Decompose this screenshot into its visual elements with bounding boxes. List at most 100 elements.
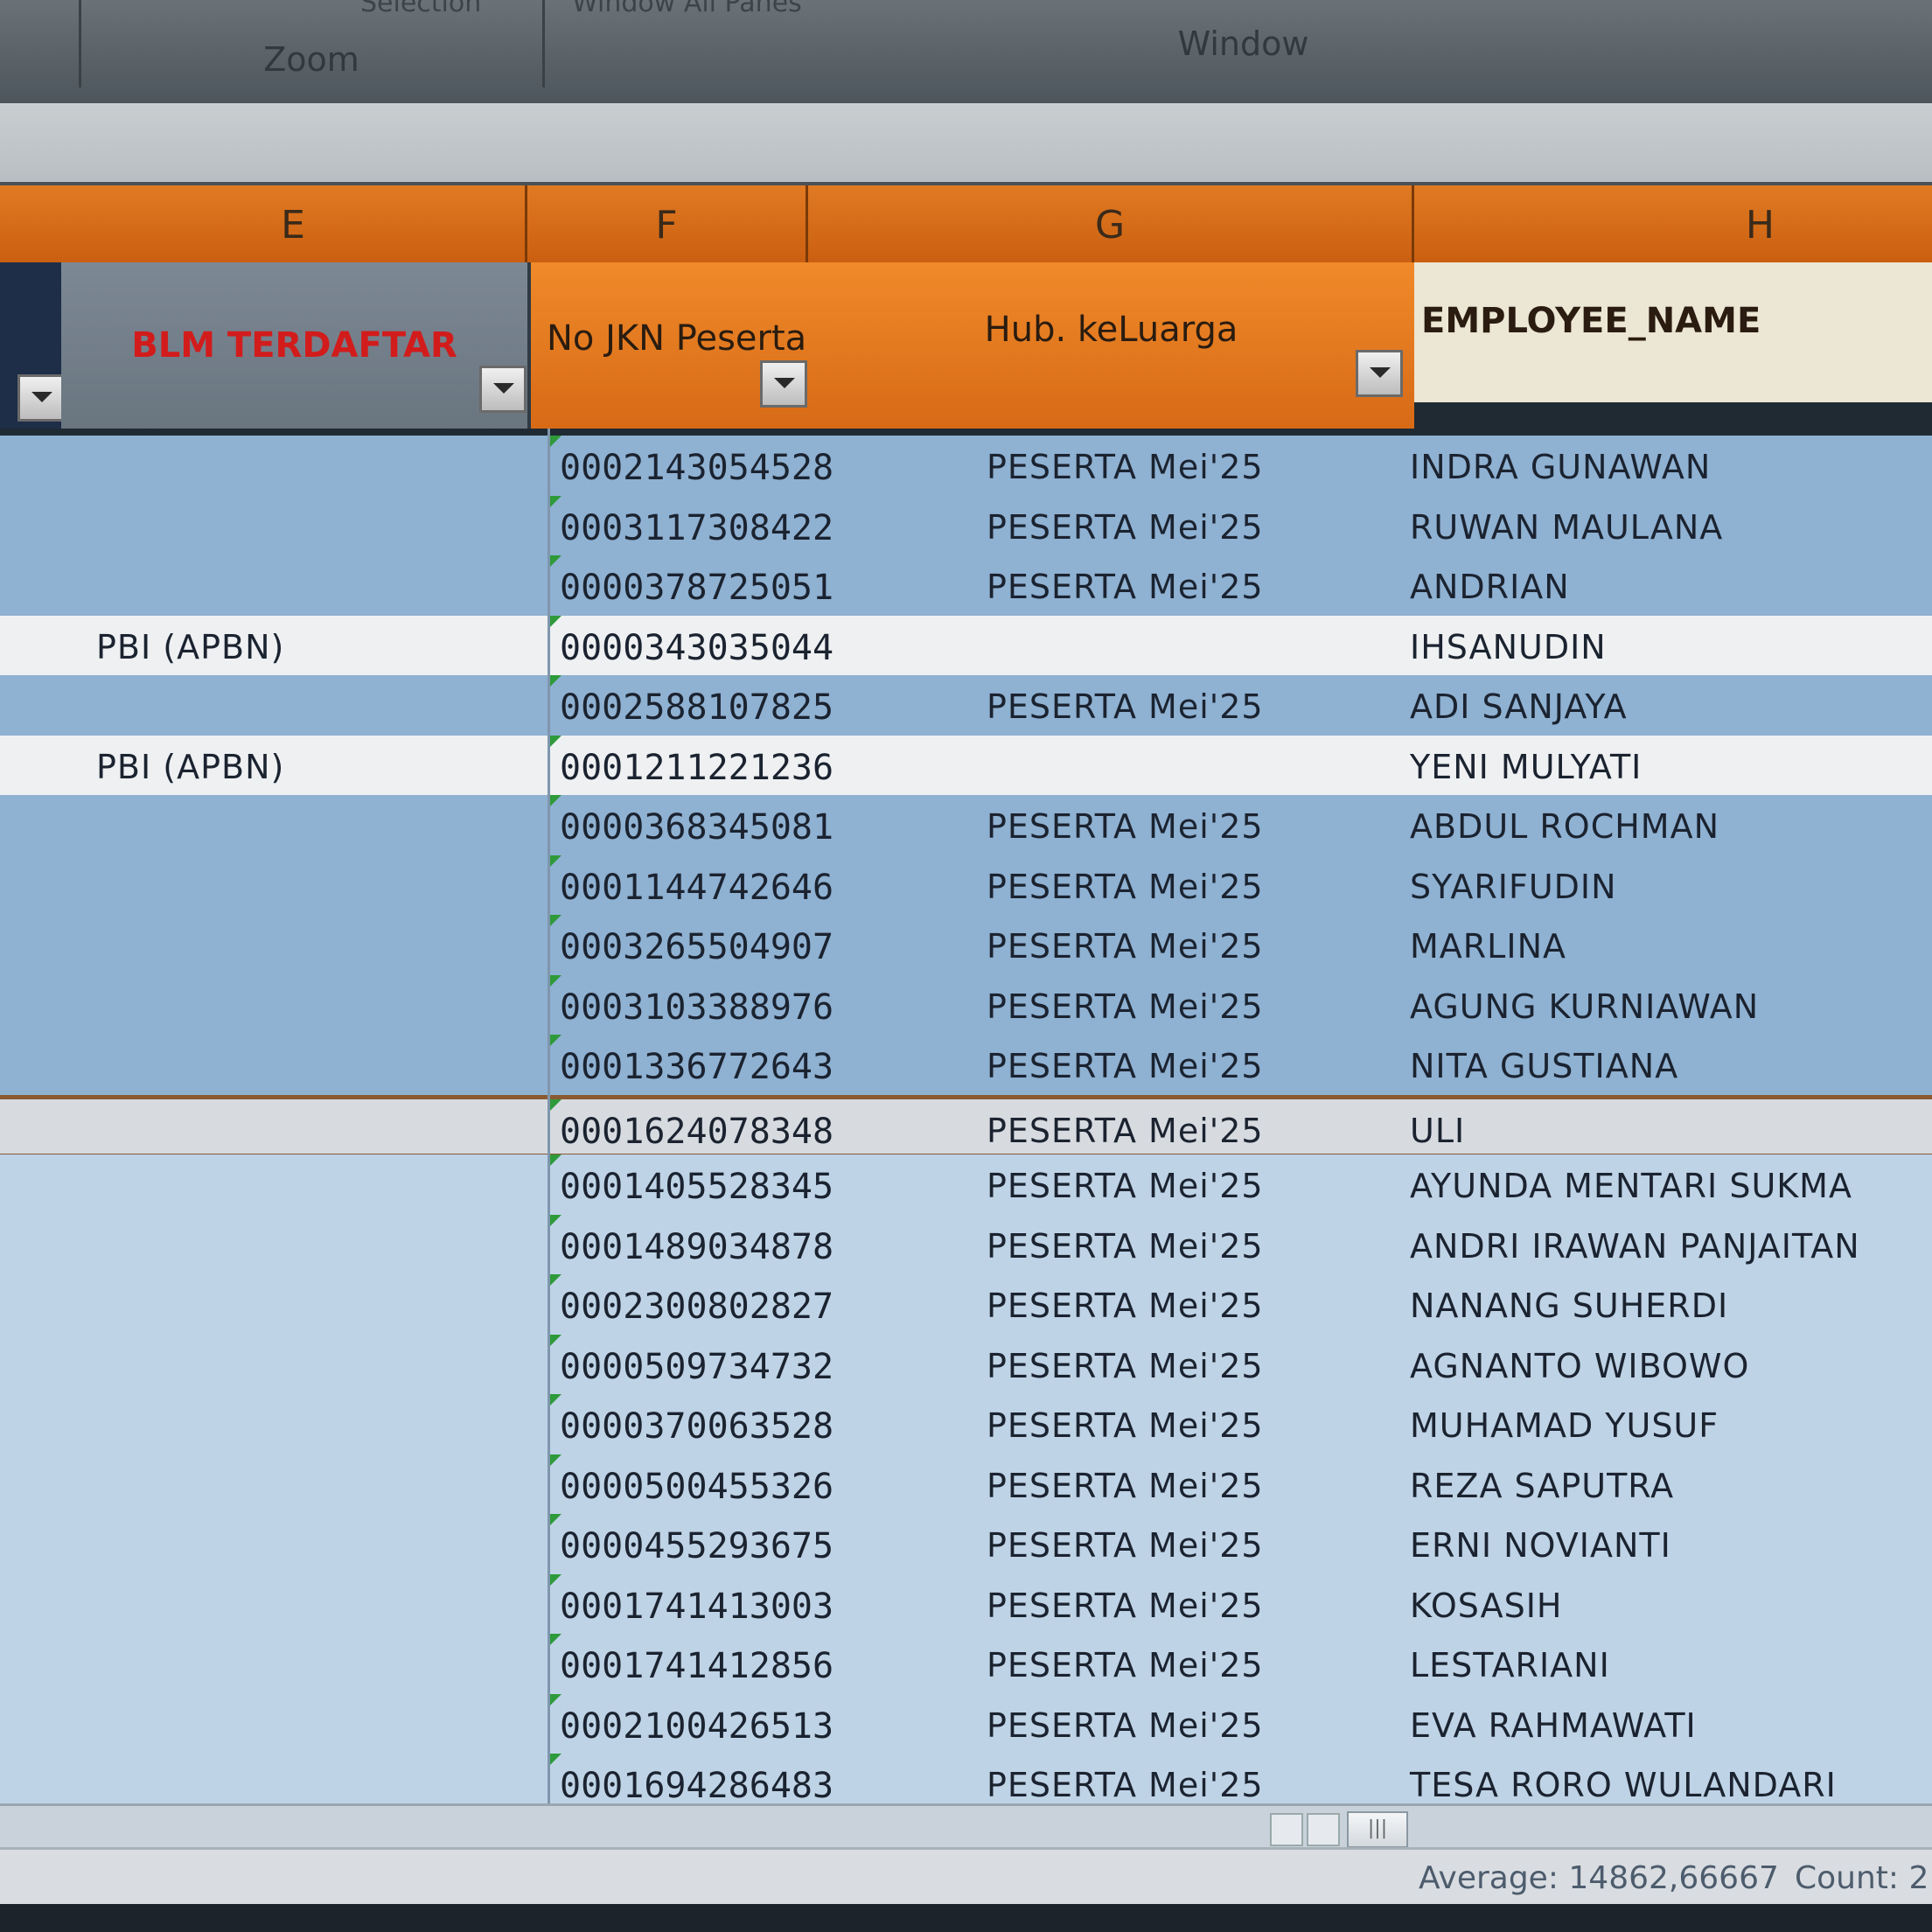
table-row[interactable]: 0000500455326 PESERTA Mei'25 REZA SAPUTRA xyxy=(0,1454,1932,1517)
cell-employee-name[interactable]: RUWAN MAULANA xyxy=(1410,508,1723,547)
cell-employee-name[interactable]: EVA RAHMAWATI xyxy=(1410,1706,1697,1745)
cell-no-jkn[interactable]: 0003103388976 xyxy=(560,987,833,1028)
column-header-g[interactable]: G xyxy=(808,185,1414,266)
cell-no-jkn[interactable]: 0002588107825 xyxy=(560,687,833,728)
cell-no-jkn[interactable]: 0001336772643 xyxy=(560,1047,833,1087)
cell-no-jkn[interactable]: 0002143054528 xyxy=(560,448,833,488)
table-row[interactable]: 0002100426513 PESERTA Mei'25 EVA RAHMAWATI xyxy=(0,1693,1932,1757)
filter-dropdown-icon[interactable] xyxy=(760,360,807,408)
cell-hub-keluarga[interactable]: PESERTA Mei'25 xyxy=(987,1112,1264,1150)
table-row[interactable]: 0002300802827 PESERTA Mei'25 NANANG SUHERD… xyxy=(0,1274,1932,1337)
scroll-left-icon[interactable] xyxy=(1270,1813,1303,1846)
table-row[interactable]: 0002143054528 PESERTA Mei'25 INDRA GUNAWAN xyxy=(0,436,1932,499)
table-row[interactable]: 0001336772643 PESERTA Mei'25 NITA GUSTIANA xyxy=(0,1035,1932,1098)
cell-employee-name[interactable]: ULI xyxy=(1410,1112,1465,1150)
table-row[interactable]: 0001405528345 PESERTA Mei'25 AYUNDA MENTAR… xyxy=(0,1154,1932,1217)
cell-employee-name[interactable]: REZA SAPUTRA xyxy=(1410,1467,1674,1505)
cell-no-jkn[interactable]: 0000368345081 xyxy=(560,807,833,847)
cell-employee-name[interactable]: AGUNG KURNIAWAN xyxy=(1410,987,1759,1026)
cell-employee-name[interactable]: INDRA GUNAWAN xyxy=(1410,448,1711,486)
cell-no-jkn[interactable]: 0000500455326 xyxy=(560,1467,833,1507)
table-row[interactable]: 0001624078348 PESERTA Mei'25 ULI xyxy=(0,1094,1932,1158)
cell-employee-name[interactable]: KOSASIH xyxy=(1410,1587,1562,1625)
cell-no-jkn[interactable]: 0001741412856 xyxy=(560,1646,833,1686)
cell-no-jkn[interactable]: 0000343035044 xyxy=(560,628,833,668)
scroll-thumb[interactable]: ||| xyxy=(1347,1811,1408,1848)
cell-hub-keluarga[interactable]: PESERTA Mei'25 xyxy=(987,807,1264,846)
scroll-left-icon[interactable] xyxy=(1307,1813,1340,1846)
cell-employee-name[interactable]: NANANG SUHERDI xyxy=(1410,1287,1728,1325)
column-header-e[interactable]: E xyxy=(61,185,527,266)
table-row[interactable]: 0002588107825 PESERTA Mei'25 ADI SANJAYA xyxy=(0,675,1932,738)
cell-hub-keluarga[interactable]: PESERTA Mei'25 xyxy=(987,987,1264,1026)
cell-hub-keluarga[interactable]: PESERTA Mei'25 xyxy=(987,1526,1264,1565)
cell-employee-name[interactable]: AGNANTO WIBOWO xyxy=(1410,1347,1749,1385)
table-row[interactable]: 0000368345081 PESERTA Mei'25 ABDUL ROCHMAN xyxy=(0,795,1932,858)
cell-employee-name[interactable]: ERNI NOVIANTI xyxy=(1410,1526,1671,1565)
table-row[interactable]: PBI (APBN) 0001211221236 YENI MULYATI xyxy=(0,735,1932,799)
ribbon-group-zoom[interactable]: Selection Zoom xyxy=(80,0,545,87)
column-header-d[interactable] xyxy=(0,185,64,266)
cell-hub-keluarga[interactable]: PESERTA Mei'25 xyxy=(987,448,1264,486)
table-row[interactable]: 0000455293675 PESERTA Mei'25 ERNI NOVIANTI xyxy=(0,1514,1932,1577)
cell-employee-name[interactable]: TESA RORO WULANDARI xyxy=(1410,1766,1837,1804)
cell-employee-name[interactable]: MARLINA xyxy=(1410,927,1566,966)
cell-employee-name[interactable]: SYARIFUDIN xyxy=(1410,868,1617,906)
cell-no-jkn[interactable]: 0001489034878 xyxy=(560,1227,833,1267)
cell-employee-name[interactable]: ANDRIAN xyxy=(1410,568,1570,606)
cell-no-jkn[interactable]: 0001144742646 xyxy=(560,868,833,908)
table-row[interactable]: 0003103388976 PESERTA Mei'25 AGUNG KURNIAW… xyxy=(0,974,1932,1038)
formula-bar-area[interactable] xyxy=(0,103,1932,185)
cell-employee-name[interactable]: MUHAMAD YUSUF xyxy=(1410,1406,1719,1445)
cell-hub-keluarga[interactable]: PESERTA Mei'25 xyxy=(987,508,1264,547)
cell-employee-name[interactable]: ANDRI IRAWAN PANJAITAN xyxy=(1410,1227,1860,1266)
cell-hub-keluarga[interactable]: PESERTA Mei'25 xyxy=(987,1227,1264,1266)
column-header-f[interactable]: F xyxy=(527,185,808,266)
cell-employee-name[interactable]: YENI MULYATI xyxy=(1410,748,1642,786)
cell-no-jkn[interactable]: 0001694286483 xyxy=(560,1766,833,1806)
column-header-h[interactable]: H xyxy=(1414,185,1932,266)
table-row[interactable]: 0003117308422 PESERTA Mei'25 RUWAN MAULANA xyxy=(0,495,1932,559)
cell-no-jkn[interactable]: 0002100426513 xyxy=(560,1706,833,1747)
cell-hub-keluarga[interactable]: PESERTA Mei'25 xyxy=(987,1287,1264,1325)
cell-employee-name[interactable]: AYUNDA MENTARI SUKMA xyxy=(1410,1167,1852,1205)
cell-hub-keluarga[interactable]: PESERTA Mei'25 xyxy=(987,1406,1264,1445)
cell-hub-keluarga[interactable]: PESERTA Mei'25 xyxy=(987,1167,1264,1205)
cell-no-jkn[interactable]: 0000455293675 xyxy=(560,1526,833,1566)
table-row[interactable]: 0001489034878 PESERTA Mei'25 ANDRI IRAWAN … xyxy=(0,1214,1932,1278)
cell-employee-name[interactable]: ADI SANJAYA xyxy=(1410,687,1628,726)
table-row[interactable]: 0000378725051 PESERTA Mei'25 ANDRIAN xyxy=(0,555,1932,618)
cell-employee-name[interactable]: IHSANUDIN xyxy=(1410,628,1607,666)
ribbon-group-window[interactable]: Window All Panes Window xyxy=(554,0,1932,87)
cell-blm-terdaftar[interactable]: PBI (APBN) xyxy=(96,628,284,666)
cell-hub-keluarga[interactable]: PESERTA Mei'25 xyxy=(987,1347,1264,1385)
cell-no-jkn[interactable]: 0001741413003 xyxy=(560,1587,833,1627)
table-row[interactable]: 0003265504907 PESERTA Mei'25 MARLINA xyxy=(0,915,1932,978)
cell-no-jkn[interactable]: 0001624078348 xyxy=(560,1112,833,1152)
cell-no-jkn[interactable]: 0003265504907 xyxy=(560,927,833,967)
filter-dropdown-icon[interactable] xyxy=(479,366,527,413)
cell-employee-name[interactable]: LESTARIANI xyxy=(1410,1646,1610,1684)
table-row[interactable]: PBI (APBN) 0000343035044 IHSANUDIN xyxy=(0,615,1932,679)
table-row[interactable]: 0001144742646 PESERTA Mei'25 SYARIFUDIN xyxy=(0,854,1932,918)
cell-hub-keluarga[interactable]: PESERTA Mei'25 xyxy=(987,1467,1264,1505)
cell-no-jkn[interactable]: 0000509734732 xyxy=(560,1347,833,1387)
cell-no-jkn[interactable]: 0001211221236 xyxy=(560,748,833,788)
cell-no-jkn[interactable]: 0002300802827 xyxy=(560,1287,833,1327)
table-row[interactable]: 0000509734732 PESERTA Mei'25 AGNANTO WIBOW… xyxy=(0,1334,1932,1398)
horizontal-scrollbar[interactable]: ||| xyxy=(0,1803,1932,1850)
cell-hub-keluarga[interactable]: PESERTA Mei'25 xyxy=(987,1047,1264,1085)
cell-employee-name[interactable]: NITA GUSTIANA xyxy=(1410,1047,1678,1085)
filter-dropdown-icon[interactable] xyxy=(1356,350,1403,397)
cell-employee-name[interactable]: ABDUL ROCHMAN xyxy=(1410,807,1719,846)
cell-no-jkn[interactable]: 0003117308422 xyxy=(560,508,833,548)
cell-hub-keluarga[interactable]: PESERTA Mei'25 xyxy=(987,868,1264,906)
cell-hub-keluarga[interactable]: PESERTA Mei'25 xyxy=(987,1646,1264,1684)
table-row[interactable]: 0000370063528 PESERTA Mei'25 MUHAMAD YUSUF xyxy=(0,1394,1932,1457)
cell-hub-keluarga[interactable]: PESERTA Mei'25 xyxy=(987,687,1264,726)
cell-blm-terdaftar[interactable]: PBI (APBN) xyxy=(96,748,284,786)
cell-no-jkn[interactable]: 0000378725051 xyxy=(560,568,833,608)
cell-hub-keluarga[interactable]: PESERTA Mei'25 xyxy=(987,1706,1264,1745)
cell-hub-keluarga[interactable]: PESERTA Mei'25 xyxy=(987,927,1264,966)
cell-hub-keluarga[interactable]: PESERTA Mei'25 xyxy=(987,1766,1264,1804)
